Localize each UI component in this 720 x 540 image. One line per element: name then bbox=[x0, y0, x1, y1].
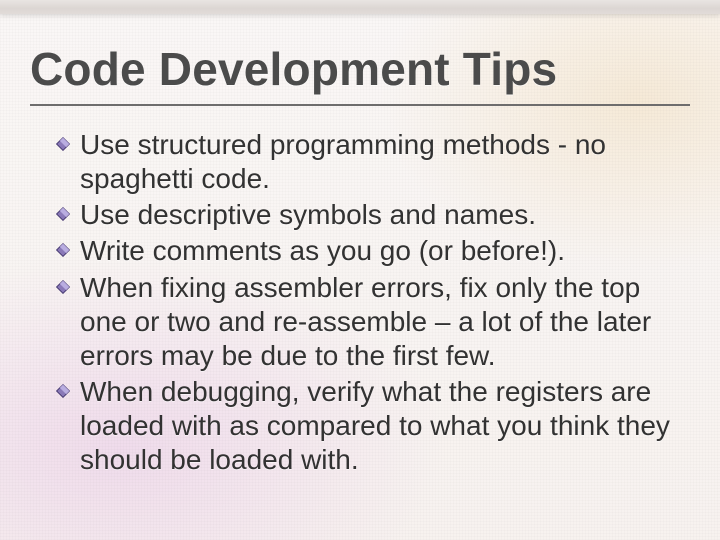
title-underline bbox=[30, 104, 690, 106]
slide-top-band bbox=[0, 0, 720, 14]
list-item-text: Use descriptive symbols and names. bbox=[80, 199, 536, 230]
bullet-list: Use structured programming methods - no … bbox=[30, 128, 690, 478]
list-item: Use structured programming methods - no … bbox=[56, 128, 684, 196]
diamond-bullet-icon bbox=[56, 384, 70, 398]
slide-title: Code Development Tips bbox=[30, 42, 690, 96]
list-item-text: Use structured programming methods - no … bbox=[80, 129, 606, 194]
list-item: When fixing assembler errors, fix only t… bbox=[56, 271, 684, 373]
list-item-text: When debugging, verify what the register… bbox=[80, 376, 670, 475]
diamond-bullet-icon bbox=[56, 280, 70, 294]
list-item-text: Write comments as you go (or before!). bbox=[80, 235, 565, 266]
list-item: Use descriptive symbols and names. bbox=[56, 198, 684, 232]
diamond-bullet-icon bbox=[56, 243, 70, 257]
diamond-bullet-icon bbox=[56, 137, 70, 151]
list-item: Write comments as you go (or before!). bbox=[56, 234, 684, 268]
slide: Code Development Tips Use structured pro… bbox=[0, 0, 720, 540]
list-item: When debugging, verify what the register… bbox=[56, 375, 684, 477]
diamond-bullet-icon bbox=[56, 207, 70, 221]
list-item-text: When fixing assembler errors, fix only t… bbox=[80, 272, 651, 371]
